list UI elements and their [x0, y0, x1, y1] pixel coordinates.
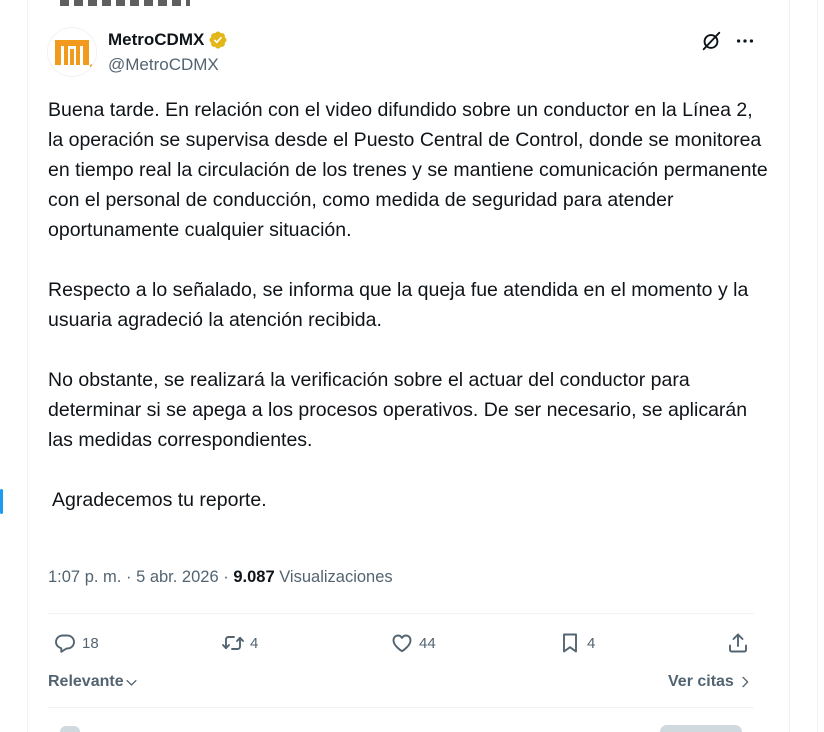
bookmark-icon — [563, 633, 577, 653]
display-name[interactable]: MetroCDMX — [108, 30, 204, 50]
post-time[interactable]: 1:07 p. m. — [48, 568, 121, 586]
bookmark-count: 4 — [587, 634, 596, 652]
sidebar-divider — [817, 0, 818, 732]
verified-badge-icon[interactable] — [208, 30, 228, 50]
more-icon[interactable] — [734, 30, 756, 52]
reply-submit-stub — [660, 725, 742, 732]
post-paragraph: Agradecemos tu reporte. — [52, 489, 267, 511]
scroll-marker — [0, 489, 3, 514]
avatar[interactable] — [47, 27, 97, 77]
post-paragraph: No obstante, se realizará la verificació… — [48, 369, 748, 451]
grok-icon[interactable] — [700, 30, 722, 52]
meta-separator: · — [223, 568, 229, 586]
reply-count: 18 — [82, 634, 99, 652]
post-text: Buena tarde. En relación con el video di… — [48, 95, 768, 515]
like-button[interactable]: 44 — [390, 631, 436, 655]
meta-separator: · — [125, 568, 132, 586]
sort-label: Relevante — [48, 673, 124, 690]
divider — [48, 613, 754, 614]
repost-button[interactable]: 4 — [221, 631, 258, 655]
reply-avatar-stub — [60, 726, 80, 732]
bookmark-button[interactable]: 4 — [558, 631, 595, 655]
views-count: 9.087 — [233, 568, 275, 586]
reply-icon — [55, 634, 75, 653]
view-quotes-link[interactable]: Ver citas — [668, 673, 753, 691]
heart-icon — [392, 634, 412, 653]
metro-logo-icon — [55, 40, 94, 68]
divider — [48, 707, 754, 708]
post-date[interactable]: 5 abr. 2026 — [136, 568, 219, 586]
post-meta: 1:07 p. m. · 5 abr. 2026 · 9.087 Visuali… — [48, 568, 393, 587]
chevron-right-icon — [742, 676, 749, 688]
post-paragraph: Respecto a lo señalado, se informa que l… — [48, 279, 749, 331]
share-icon — [729, 633, 747, 653]
chevron-down-icon — [126, 679, 137, 686]
reply-button[interactable]: 18 — [53, 631, 99, 655]
post-paragraph: Buena tarde. En relación con el video di… — [48, 99, 768, 241]
view-quotes-label: Ver citas — [668, 673, 734, 690]
share-button[interactable] — [726, 631, 750, 655]
handle[interactable]: @MetroCDMX — [108, 55, 219, 75]
repost-icon — [222, 636, 244, 650]
views-label: Visualizaciones — [279, 568, 393, 586]
like-count: 44 — [419, 634, 436, 652]
author-name-row[interactable]: MetroCDMX — [108, 30, 228, 50]
sort-dropdown[interactable]: Relevante — [48, 673, 139, 691]
repost-count: 4 — [250, 634, 259, 652]
